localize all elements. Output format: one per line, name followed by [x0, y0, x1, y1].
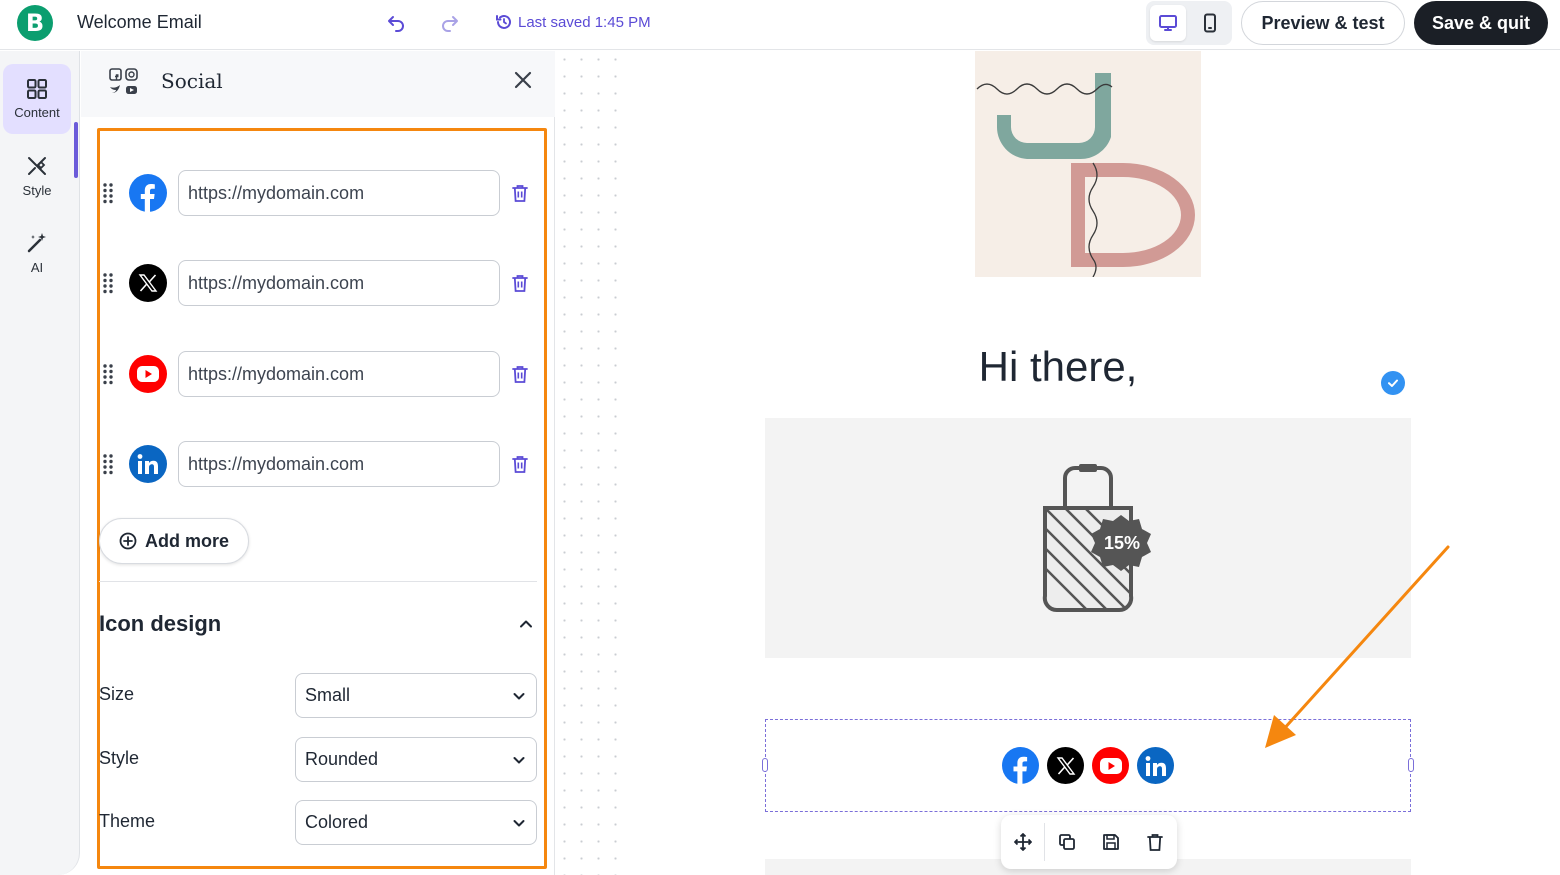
drag-handle-icon[interactable] [101, 272, 115, 294]
style-select[interactable]: Rounded [295, 737, 537, 782]
document-title[interactable]: Welcome Email [77, 12, 202, 33]
annotation-arrow-icon [1265, 545, 1450, 748]
size-select[interactable]: Small [295, 673, 537, 718]
rail-item-label: AI [30, 260, 44, 275]
facebook-icon[interactable] [1002, 747, 1039, 784]
delete-x-button[interactable] [510, 271, 530, 295]
delete-youtube-button[interactable] [510, 362, 530, 386]
save-quit-button[interactable]: Save & quit [1414, 1, 1548, 45]
grid-icon [27, 79, 47, 99]
trash-icon [512, 455, 528, 473]
resize-handle-left[interactable] [762, 758, 768, 772]
social-link-row [101, 170, 541, 216]
social-link-row [101, 351, 541, 397]
linkedin-url-input[interactable] [178, 441, 500, 487]
close-panel-button[interactable] [511, 68, 535, 92]
last-saved-status[interactable]: Last saved 1:45 PM [495, 13, 651, 31]
rail-item-label: Style [22, 183, 52, 198]
resize-handle-right[interactable] [1408, 758, 1414, 772]
canvas-margin [1488, 51, 1560, 875]
undo-button[interactable] [384, 11, 408, 35]
style-label: Style [99, 748, 140, 768]
top-bar: B Welcome Email Last saved 1:45 PM Previ… [0, 0, 1560, 50]
size-label: Size [99, 684, 135, 704]
brand-logo[interactable]: B [17, 5, 53, 41]
history-icon [496, 14, 511, 29]
drag-handle-icon[interactable] [101, 182, 115, 204]
save-block-button[interactable] [1097, 828, 1125, 856]
theme-label: Theme [99, 811, 156, 831]
device-toggle [1146, 1, 1232, 45]
floppy-disk-icon [1103, 834, 1119, 850]
panel-header: Social [81, 51, 555, 117]
mobile-view-button[interactable] [1192, 5, 1228, 41]
trash-icon [512, 274, 528, 292]
desktop-view-button[interactable] [1150, 5, 1186, 41]
toolbar-separator [1044, 823, 1045, 861]
desktop-icon [1159, 15, 1177, 31]
add-more-label: Add more [144, 530, 229, 551]
x-icon[interactable] [1047, 747, 1084, 784]
icon-design-section-title[interactable]: Icon design [99, 611, 221, 637]
mobile-icon [1204, 13, 1216, 33]
left-rail: Content Style AI [0, 51, 80, 875]
social-link-row [101, 260, 541, 306]
drag-handle-icon[interactable] [101, 363, 115, 385]
logo-image[interactable] [975, 51, 1201, 277]
chevron-down-icon [513, 756, 525, 763]
discount-badge: 15% [1104, 533, 1140, 553]
greeting-heading[interactable]: Hi there, [556, 343, 1560, 391]
check-icon [1381, 371, 1405, 395]
trash-icon [512, 184, 528, 202]
close-icon [514, 71, 532, 89]
rail-item-content[interactable]: Content [3, 64, 71, 134]
brush-icon [28, 157, 46, 175]
block-toolbar [1001, 815, 1177, 869]
canvas-dot-grid [556, 51, 628, 875]
last-saved-text: Last saved 1:45 PM [518, 13, 651, 31]
chevron-down-icon [513, 692, 525, 699]
x-url-input[interactable] [178, 260, 500, 306]
delete-linkedin-button[interactable] [510, 452, 530, 476]
theme-select[interactable]: Colored [295, 800, 537, 845]
theme-select-value: Colored [305, 812, 369, 832]
linkedin-icon[interactable] [1137, 747, 1174, 784]
undo-icon [388, 16, 404, 32]
chevron-up-icon[interactable] [517, 615, 535, 633]
delete-facebook-button[interactable] [510, 181, 530, 205]
section-divider [99, 581, 537, 582]
youtube-icon[interactable] [1092, 747, 1129, 784]
plus-circle-icon [119, 532, 137, 550]
drag-handle-icon[interactable] [101, 453, 115, 475]
linkedin-icon [129, 445, 167, 483]
rail-active-indicator [74, 122, 78, 178]
rail-item-label: Content [14, 105, 60, 120]
youtube-url-input[interactable] [178, 351, 500, 397]
chevron-down-icon [513, 819, 525, 826]
trash-icon [512, 365, 528, 383]
duplicate-block-button[interactable] [1053, 828, 1081, 856]
redo-icon [442, 16, 458, 32]
social-block-icon [109, 68, 138, 94]
preview-test-button[interactable]: Preview & test [1241, 1, 1405, 45]
add-more-button[interactable]: Add more [99, 518, 249, 564]
youtube-icon [129, 355, 167, 393]
x-icon [129, 264, 167, 302]
facebook-url-input[interactable] [178, 170, 500, 216]
social-settings-panel: Social https://mydomain.com https://mydo… [81, 51, 555, 875]
delete-block-button[interactable] [1141, 828, 1169, 856]
style-select-value: Rounded [305, 749, 379, 769]
rail-item-style[interactable]: Style [3, 141, 71, 211]
facebook-icon [129, 174, 167, 212]
panel-title: Social [161, 69, 223, 93]
move-icon [1014, 833, 1032, 851]
size-select-value: Small [305, 685, 351, 705]
trash-icon [1147, 833, 1163, 851]
move-block-button[interactable] [1009, 828, 1037, 856]
redo-button[interactable] [438, 11, 462, 35]
duplicate-icon [1059, 834, 1075, 850]
social-link-row [101, 441, 541, 487]
magic-wand-icon [27, 233, 46, 253]
rail-item-ai[interactable]: AI [3, 218, 71, 288]
